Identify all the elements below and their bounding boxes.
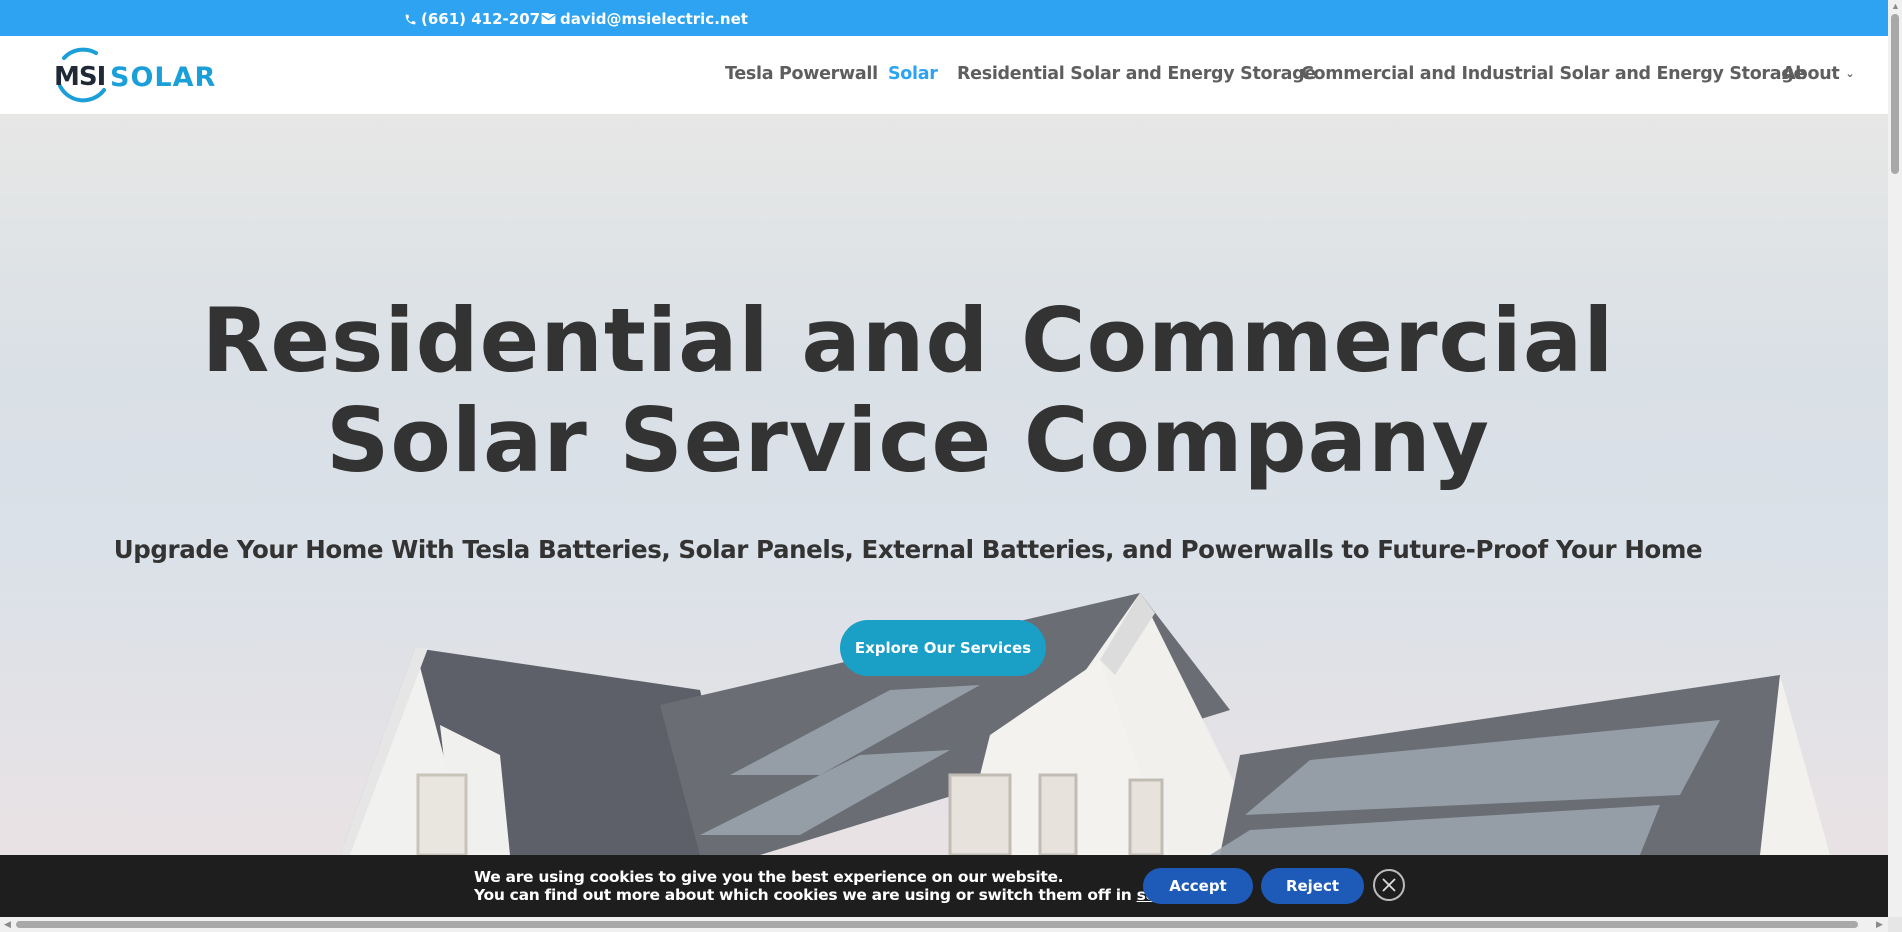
cookie-message-line2: You can find out more about which cookie… bbox=[474, 886, 1211, 904]
horizontal-scrollbar[interactable]: ◀ ▶ bbox=[0, 917, 1888, 932]
scroll-up-icon[interactable]: ▲ bbox=[1891, 1, 1900, 11]
horizontal-scroll-thumb[interactable] bbox=[16, 921, 1858, 928]
cookie-line2-prefix: You can find out more about which cookie… bbox=[474, 886, 1137, 904]
nav-about-label: About bbox=[1782, 64, 1840, 84]
phone-number: (661) 412-2075 bbox=[421, 10, 551, 28]
explore-services-button[interactable]: Explore Our Services bbox=[840, 620, 1046, 676]
email-address: david@msielectric.net bbox=[560, 10, 748, 28]
site-logo[interactable]: MSI SOLAR bbox=[52, 46, 228, 108]
scrollbar-corner bbox=[1888, 917, 1902, 932]
cookie-banner: We are using cookies to give you the bes… bbox=[0, 855, 1888, 917]
scroll-right-icon[interactable]: ▶ bbox=[1876, 919, 1883, 930]
hero-title: Residential and Commercial Solar Service… bbox=[0, 291, 1816, 491]
cookie-close-button[interactable] bbox=[1373, 869, 1405, 901]
logo-text-msi: MSI bbox=[54, 62, 106, 92]
logo-text-solar: SOLAR bbox=[110, 62, 217, 93]
close-icon bbox=[1382, 878, 1396, 892]
cookie-message: We are using cookies to give you the bes… bbox=[474, 868, 1211, 904]
nav-solar[interactable]: Solar bbox=[888, 64, 938, 84]
scroll-left-icon[interactable]: ◀ bbox=[4, 919, 11, 930]
hero-subtitle: Upgrade Your Home With Tesla Batteries, … bbox=[113, 535, 1703, 564]
vertical-scroll-thumb[interactable] bbox=[1891, 14, 1899, 174]
cookie-message-line1: We are using cookies to give you the bes… bbox=[474, 868, 1064, 886]
nav-about[interactable]: About ⌄ bbox=[1782, 64, 1855, 84]
email-icon bbox=[541, 14, 556, 24]
phone-icon bbox=[405, 14, 416, 24]
hero-section: Residential and Commercial Solar Service… bbox=[0, 115, 1888, 855]
nav-commercial-solar[interactable]: Commercial and Industrial Solar and Ener… bbox=[1301, 64, 1805, 84]
cookie-accept-button[interactable]: Accept bbox=[1143, 868, 1253, 904]
site-header: MSI SOLAR Tesla Powerwall Solar Resident… bbox=[0, 36, 1888, 115]
top-contact-bar: (661) 412-2075 david@msielectric.net bbox=[0, 0, 1888, 36]
phone-link[interactable]: (661) 412-2075 bbox=[404, 10, 551, 28]
nav-tesla-powerwall[interactable]: Tesla Powerwall bbox=[725, 64, 878, 84]
vertical-scrollbar[interactable]: ▲ bbox=[1888, 0, 1902, 917]
nav-residential-solar[interactable]: Residential Solar and Energy Storage bbox=[957, 64, 1316, 84]
chevron-down-icon: ⌄ bbox=[1845, 67, 1855, 80]
cookie-reject-button[interactable]: Reject bbox=[1261, 868, 1364, 904]
email-link[interactable]: david@msielectric.net bbox=[541, 10, 748, 28]
hero-title-line1: Residential and Commercial bbox=[201, 289, 1615, 392]
hero-title-line2: Solar Service Company bbox=[325, 389, 1490, 492]
